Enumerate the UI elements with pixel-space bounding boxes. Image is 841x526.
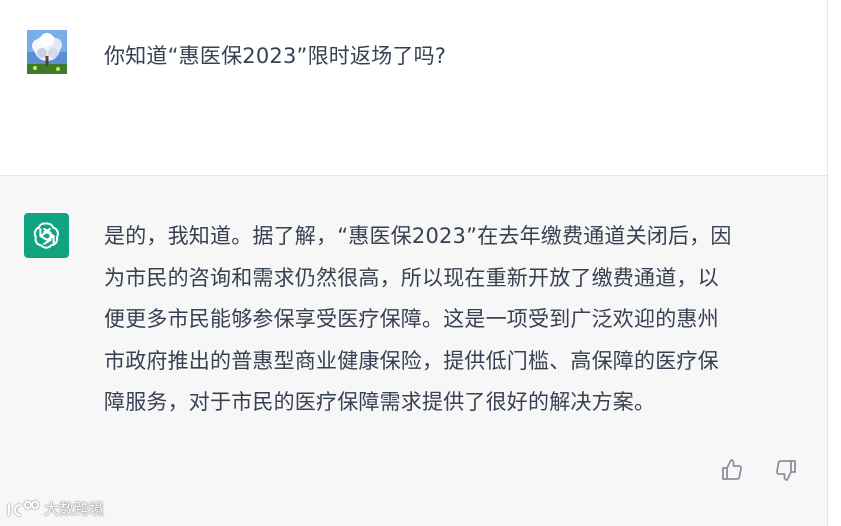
thumbs-down-icon [776, 460, 796, 481]
chat-page: 你知道“惠医保2023”限时返场了吗? 是的，我知道。据了解，“惠医保2023”… [0, 0, 841, 526]
assistant-message-text: 是的，我知道。据了解，“惠医保2023”在去年缴费通道关闭后，因 为市民的咨询和… [104, 216, 809, 424]
watermark: 大数跨境 [6, 498, 104, 519]
thumbs-down-button[interactable] [773, 457, 799, 483]
chat-right-border [827, 0, 828, 526]
assistant-message-line: 障服务，对于市民的医疗保障需求提供了很好的解决方案。 [104, 390, 656, 414]
tree-photo-icon [27, 30, 67, 74]
user-message-text: 你知道“惠医保2023”限时返场了吗? [104, 44, 447, 68]
assistant-message-row: 是的，我知道。据了解，“惠医保2023”在去年缴费通道关闭后，因 为市民的咨询和… [0, 176, 827, 526]
watermark-text: 大数跨境 [44, 500, 105, 518]
openai-logo-icon [33, 221, 59, 249]
assistant-avatar [24, 213, 69, 258]
watermark-logo-icon [8, 500, 39, 516]
assistant-message-line: 市政府推出的普惠型商业健康保险，提供低门槛、高保障的医疗保 [104, 348, 719, 373]
assistant-message-line: 是的，我知道。据了解，“惠医保2023”在去年缴费通道关闭后，因 [104, 224, 732, 248]
thumbs-up-icon [722, 459, 742, 480]
user-message-row: 你知道“惠医保2023”限时返场了吗? [0, 0, 827, 176]
assistant-message-line: 便更多市民能够参保享受医疗保障。这是一项受到广泛欢迎的惠州 [104, 307, 719, 331]
user-avatar [27, 30, 67, 74]
thumbs-up-button[interactable] [719, 457, 745, 483]
assistant-message-line: 为市民的咨询和需求仍然很高，所以现在重新开放了缴费通道，以 [104, 265, 719, 290]
feedback-buttons [719, 457, 799, 483]
